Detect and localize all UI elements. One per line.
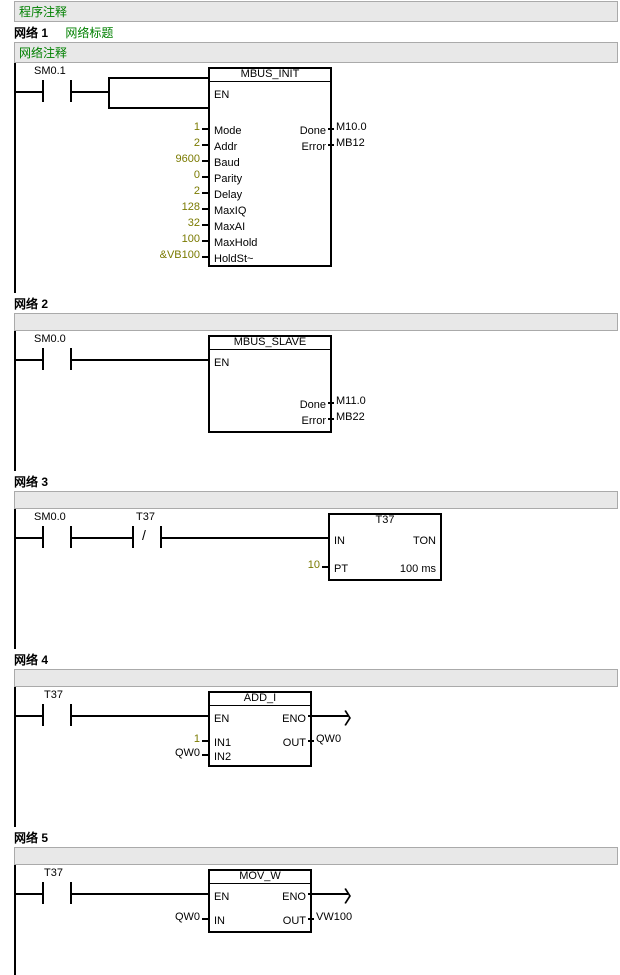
network-2-header: 网络 2 <box>14 295 618 312</box>
contact-sm0-1: SM0.1 <box>34 65 66 77</box>
contact-sm0-0: SM0.0 <box>34 333 66 345</box>
block-add-i: ADD_I EN ENO IN1 OUT IN2 <box>208 691 312 767</box>
network-2-comment <box>14 313 618 331</box>
network-5-comment <box>14 847 618 865</box>
block-mov-w: MOV_W EN ENO IN OUT <box>208 869 312 933</box>
network-3-rung: SM0.0 T37 / T37 IN TON PT 100 ms 10 <box>0 509 620 649</box>
network-4-comment <box>14 669 618 687</box>
network-5-header: 网络 5 <box>14 829 618 846</box>
network-1-rung: SM0.1 MBUS_INIT EN Mode Addr Baud Parity… <box>0 63 620 293</box>
coil-terminator-icon: 〉 <box>344 705 360 729</box>
network-3-header: 网络 3 <box>14 473 618 490</box>
network-4-rung: T37 ADD_I EN ENO IN1 OUT IN2 1 QW0 〉 QW0 <box>0 687 620 827</box>
coil-terminator-icon-b: 〉 <box>344 883 360 907</box>
program-comment-bar: 程序注释 <box>14 1 618 22</box>
contact-sm0-0-b: SM0.0 <box>34 511 66 523</box>
network-3-comment <box>14 491 618 509</box>
block-mbus-slave: MBUS_SLAVE EN Done Error <box>208 335 332 433</box>
contact-t37-nc: T37 <box>136 511 155 523</box>
block-timer-t37: T37 IN TON PT 100 ms <box>328 513 442 581</box>
block-mbus-init: MBUS_INIT EN Mode Addr Baud Parity Delay… <box>208 67 332 267</box>
nc-slash-icon: / <box>142 527 146 543</box>
network-4-header: 网络 4 <box>14 651 618 668</box>
network-1-header: 网络 1 网络标题 <box>14 24 618 41</box>
network-5-rung: T37 MOV_W EN ENO IN OUT QW0 〉 VW100 <box>0 865 620 975</box>
network-1-comment: 网络注释 <box>14 42 618 63</box>
contact-t37-b: T37 <box>44 867 63 879</box>
network-2-rung: SM0.0 MBUS_SLAVE EN Done Error M11.0 MB2… <box>0 331 620 471</box>
contact-t37: T37 <box>44 689 63 701</box>
